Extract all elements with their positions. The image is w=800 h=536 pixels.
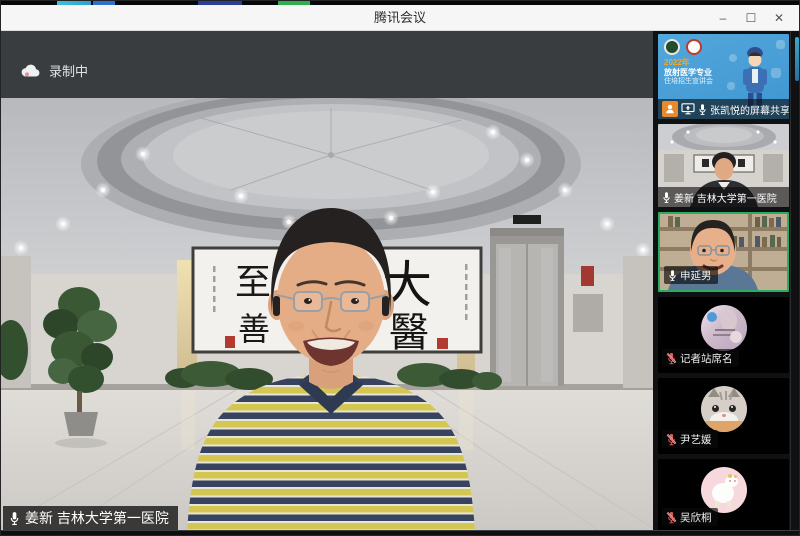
participant-name: 记者站席名: [680, 351, 733, 366]
tile-screen-share[interactable]: 2022年 放射医学专业 住培招生宣讲会: [658, 34, 789, 119]
wall-red-sign: [581, 266, 594, 286]
screen-share-label-bar: 张凯悦的屏幕共享: [658, 99, 789, 119]
calligraphy-char-shan: 善: [238, 310, 270, 348]
slide-emblem-icon: [664, 39, 680, 55]
sidebar-divider: [790, 31, 791, 532]
slide-emblem-icon: [686, 39, 702, 55]
presenter-person-icon: [662, 101, 678, 117]
tile-participant-yinyiyuan[interactable]: 尹艺媛: [658, 378, 789, 454]
participant-nameplate: 吴欣桐: [662, 508, 718, 526]
screen-share-icon: [681, 103, 695, 115]
meeting-window: 腾讯会议 – ☐ ✕ 录制中: [0, 0, 800, 536]
recording-indicator[interactable]: 录制中: [21, 61, 88, 80]
slide-line-2: 放射医学专业: [664, 68, 713, 78]
hospital-lobby-scene: 至 善 大 醫: [1, 98, 653, 532]
cloud-recording-icon: [21, 64, 41, 78]
red-seal: [225, 336, 235, 348]
red-seal: [437, 338, 448, 349]
participant-name: 尹艺媛: [680, 432, 712, 447]
sidebar-scrollbar[interactable]: [795, 37, 799, 81]
slide-line-1: 2022年: [664, 58, 713, 68]
minimize-button[interactable]: –: [711, 7, 735, 29]
screen-share-label: 张凯悦的屏幕共享: [710, 102, 789, 117]
slide-text: 2022年 放射医学专业 住培招生宣讲会: [664, 58, 713, 87]
maximize-button[interactable]: ☐: [739, 7, 763, 29]
main-video-stream[interactable]: 至 善 大 醫: [1, 98, 653, 532]
meeting-content: 录制中: [1, 31, 800, 532]
participant-nameplate: 尹艺媛: [662, 430, 718, 448]
avatar: [701, 467, 747, 513]
mic-icon: [9, 511, 20, 526]
close-button[interactable]: ✕: [767, 7, 791, 29]
tile-participant-wuxintong[interactable]: 吴欣桐: [658, 459, 789, 532]
mic-muted-icon: [666, 352, 677, 365]
mic-icon: [662, 191, 671, 204]
recording-label: 录制中: [49, 61, 88, 80]
mic-muted-icon: [666, 433, 677, 446]
window-bottom-edge: [1, 530, 799, 535]
participant-nameplate: 记者站席名: [662, 349, 739, 367]
window-controls: – ☐ ✕: [711, 5, 791, 31]
slide-float-icon: [727, 82, 735, 90]
mic-icon: [698, 103, 707, 116]
mic-icon: [668, 269, 677, 282]
participant-name: 申延男: [680, 268, 712, 283]
participant-name: 吴欣桐: [680, 510, 712, 525]
participant-nameplate: 申延男: [664, 266, 718, 284]
avatar: [701, 386, 747, 432]
avatar: [701, 305, 747, 351]
slide-float-icon: [776, 40, 785, 49]
main-speaker-nameplate: 姜新 吉林大学第一医院: [3, 506, 178, 530]
participant-label-bar: 姜新 吉林大学第一医院: [658, 187, 789, 207]
window-title: 腾讯会议: [1, 5, 799, 31]
elevator: [490, 215, 564, 386]
participant-name: 姜新 吉林大学第一医院: [674, 190, 777, 205]
titlebar[interactable]: 腾讯会议 – ☐ ✕: [1, 5, 799, 31]
main-video-area[interactable]: 录制中: [1, 31, 653, 532]
tile-participant-shenyannan[interactable]: 申延男: [658, 212, 789, 292]
calligraphy-char-zhi: 至: [235, 262, 271, 303]
tile-participant-jizhezhan[interactable]: 记者站席名: [658, 297, 789, 373]
calligraphy-char-yi: 醫: [389, 310, 429, 356]
slide-float-icon: [729, 54, 737, 62]
main-speaker-name: 姜新 吉林大学第一医院: [25, 508, 169, 528]
participants-sidebar: 2022年 放射医学专业 住培招生宣讲会: [653, 31, 800, 532]
slide-float-icon: [771, 68, 781, 78]
mic-muted-icon: [666, 511, 677, 524]
tile-participant-jiangxin[interactable]: 姜新 吉林大学第一医院: [658, 124, 789, 207]
slide-line-3: 住培招生宣讲会: [664, 78, 713, 87]
